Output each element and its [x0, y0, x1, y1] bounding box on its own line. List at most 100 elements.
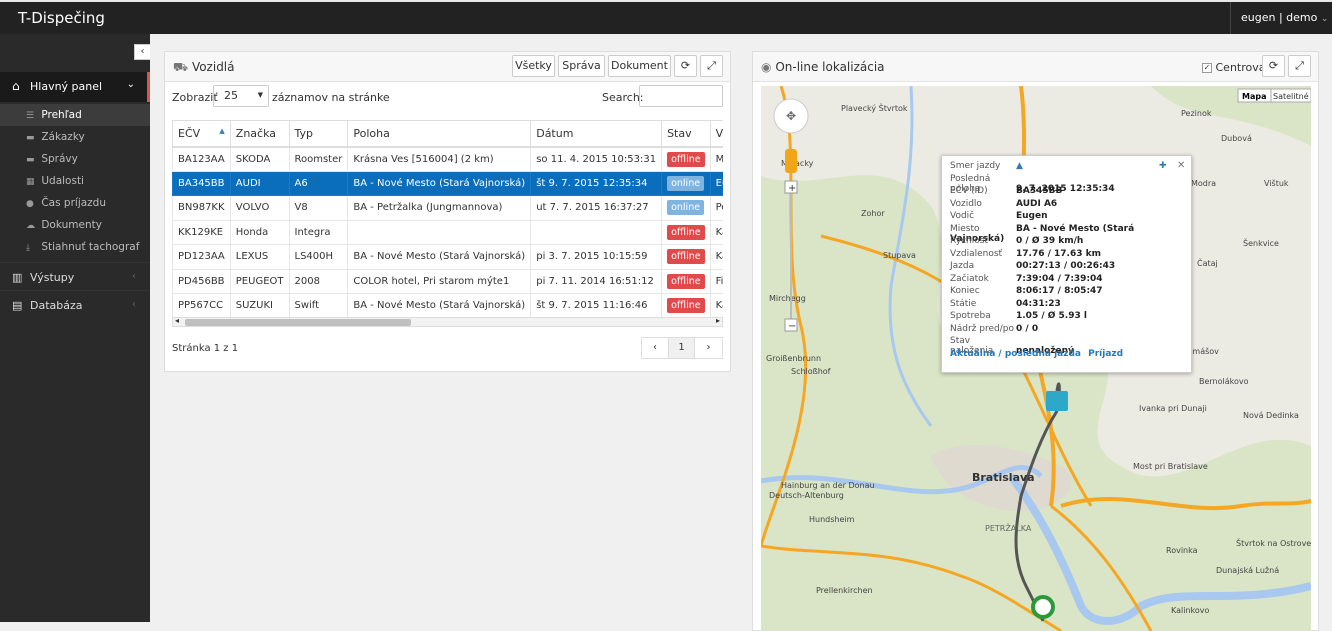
map-label: Bernolákovo: [1199, 377, 1249, 386]
prev-page-button[interactable]: ‹: [641, 337, 669, 359]
map-label: Rovinka: [1166, 546, 1198, 555]
map-label: Šenkvice: [1243, 237, 1279, 248]
vehicle-marker-icon[interactable]: [1046, 391, 1068, 411]
cell-status: offline: [661, 268, 711, 294]
map-label: Prellenkirchen: [816, 586, 873, 595]
table-clip: EČV ▲ Značka Typ Poloha Dátum Stav Vodič…: [165, 52, 723, 322]
col-typ[interactable]: Typ: [288, 120, 349, 148]
chevron-left-icon: ‹: [132, 299, 136, 310]
user-menu[interactable]: eugen | demo ⌄: [1230, 2, 1332, 34]
sidebar-item-udalosti[interactable]: ▦ Udalosti: [0, 170, 150, 192]
scroll-right-icon[interactable]: ▸: [716, 316, 720, 325]
arrival-link[interactable]: Príjazd: [1088, 349, 1123, 359]
map-label: Pezinok: [1181, 109, 1212, 118]
folder-icon: ▬: [26, 133, 35, 143]
horizontal-scrollbar[interactable]: ◂ ▸: [172, 316, 723, 327]
cell-type: LS400H: [288, 244, 349, 270]
cell-ecv: PD123AA: [172, 244, 231, 270]
sidebar-item-zakazky[interactable]: ▬ Zákazky: [0, 126, 150, 148]
status-badge: offline: [667, 151, 705, 167]
sidebar-item-dokumenty[interactable]: ☁ Dokumenty: [0, 214, 150, 236]
cell-type: Integra: [288, 219, 349, 245]
col-stav[interactable]: Stav: [661, 120, 711, 148]
cell-status: offline: [661, 293, 711, 319]
download-icon: ⤓: [26, 243, 30, 253]
chevron-left-icon: ‹: [132, 271, 136, 282]
street-view-pegman-icon[interactable]: [785, 149, 797, 173]
sidebar-item-databaza[interactable]: ▤ Databáza ‹: [0, 290, 150, 318]
center-toggle[interactable]: ✓ Centrovať: [1202, 61, 1270, 74]
cell-brand: PEUGEOT: [229, 268, 290, 294]
popup-row: Začiatok 7:39:04 / 7:39:04: [950, 274, 1103, 286]
map-label: Dubová: [1221, 134, 1252, 143]
popup-key: Vodič: [950, 211, 975, 221]
map-label: Dunajská Lužná: [1216, 566, 1279, 575]
cell-driver: Karol: [709, 244, 723, 270]
table-row[interactable]: BN987KK VOLVO V8 BA - Petržalka (Jungmannov…: [172, 195, 723, 221]
scroll-left-icon[interactable]: ◂: [175, 316, 179, 325]
map-label: Hainburg an der Donau: [781, 481, 875, 490]
sidebar-item-dashboard[interactable]: ⌂ Hlavný panel ⌄: [0, 72, 150, 102]
cell-type: A6: [288, 170, 349, 196]
map-label: Most pri Bratislave: [1133, 462, 1208, 471]
col-znacka[interactable]: Značka: [229, 120, 290, 148]
sidebar-item-cas-prijazdu[interactable]: ● Čas príjazdu: [0, 192, 150, 214]
cloud-icon: ☁: [26, 221, 35, 231]
center-checkbox[interactable]: ✓: [1202, 63, 1212, 73]
pin-icon[interactable]: ✚: [1159, 161, 1167, 171]
col-datum[interactable]: Dátum: [530, 120, 663, 148]
table-row[interactable]: BA345BB AUDI A6 BA - Nové Mesto (Stará Vajn…: [172, 170, 723, 196]
popup-key: Rýchlosť: [950, 236, 988, 246]
scrollbar-thumb[interactable]: [185, 319, 411, 326]
popup-key: Jazda: [950, 261, 975, 271]
sidebar-item-label: Prehľad: [41, 109, 82, 121]
expand-icon[interactable]: ⤢: [1288, 55, 1311, 77]
sidebar-collapse-button[interactable]: ‹: [134, 44, 150, 60]
popup-key: Vozidlo: [950, 198, 982, 209]
vehicles-table: EČV ▲ Značka Typ Poloha Dátum Stav Vodič…: [172, 120, 723, 319]
cell-driver: Eugen: [709, 170, 723, 196]
map-label: Štvrtok na Ostrove: [1236, 537, 1311, 548]
sidebar-item-tachograf[interactable]: ⤓ Stiahnuť tachograf: [0, 236, 150, 258]
table-row[interactable]: BA123AA SKODA Roomster Krásna Ves [516004] …: [172, 146, 723, 172]
sidebar-item-vystupy[interactable]: ▥ Výstupy ‹: [0, 262, 150, 290]
popup-key: Spotreba: [950, 311, 991, 321]
map-canvas[interactable]: Bratislava Pezinok Plavecký Štvrtok Mala…: [761, 86, 1311, 631]
cell-status: offline: [661, 146, 711, 172]
popup-value: 00:27:13 / 00:26:43: [1016, 261, 1116, 271]
sidebar-item-spravy[interactable]: ▬ Správy: [0, 148, 150, 170]
popup-value: BA345BB: [1016, 186, 1063, 196]
col-poloha[interactable]: Poloha: [347, 120, 532, 148]
table-row[interactable]: PD456BB PEUGEOT 2008 COLOR hotel, Pri staro…: [172, 268, 723, 294]
table-row[interactable]: PD123AA LEXUS LS400H BA - Nové Mesto (Stará…: [172, 244, 723, 270]
next-page-button[interactable]: ›: [694, 337, 723, 359]
popup-value: 8:06:17 / 8:05:47: [1016, 286, 1103, 296]
cell-place: BA - Nové Mesto (Stará Vajnorská): [347, 293, 532, 319]
table-row[interactable]: PP567CC SUZUKI Swift BA - Nové Mesto (Stará…: [172, 293, 723, 319]
close-icon[interactable]: ✕: [1177, 160, 1185, 171]
globe-icon: ◉: [761, 60, 772, 74]
popup-row: Stav naloženia nenaložený: [950, 336, 1074, 356]
home-icon: ⌂: [12, 79, 20, 93]
col-vodic[interactable]: Vodič: [709, 120, 723, 148]
table-row[interactable]: KK129KEHondaIntegra offline Karol: [172, 219, 723, 245]
sidebar-item-label: Stiahnuť tachograf: [41, 241, 140, 253]
cell-place: [347, 219, 532, 245]
popup-key: Miesto: [950, 223, 980, 234]
col-ecv[interactable]: EČV ▲: [172, 120, 231, 148]
current-trip-link[interactable]: Aktuálna / posledná jazda: [950, 349, 1081, 359]
popup-key: Nádrž pred/po: [950, 323, 1014, 334]
popup-row: Jazda 00:27:13 / 00:26:43: [950, 261, 1115, 273]
top-navbar: T-Dispečing eugen | demo ⌄: [0, 0, 1332, 34]
popup-row: Spotreba 1.05 / Ø 5.93 l: [950, 311, 1087, 323]
refresh-icon[interactable]: ⟳: [1262, 55, 1285, 77]
sidebar-item-prehlad[interactable]: ☰ Prehľad: [0, 104, 150, 126]
popup-value: 0 / 0: [1016, 323, 1039, 334]
app-title[interactable]: T-Dispečing: [18, 9, 105, 27]
route-start-marker-icon[interactable]: [1031, 595, 1055, 619]
current-page-button[interactable]: 1: [668, 337, 695, 359]
map-panel-header: ◉ On-line lokalizácia ✓ Centrovať ⟳ ⤢: [753, 52, 1318, 82]
list-icon: ☰: [26, 111, 35, 121]
cell-brand: SKODA: [229, 146, 290, 172]
popup-row: Miesto BA - Nové Mesto (Stará Vajnorská): [950, 223, 1191, 244]
